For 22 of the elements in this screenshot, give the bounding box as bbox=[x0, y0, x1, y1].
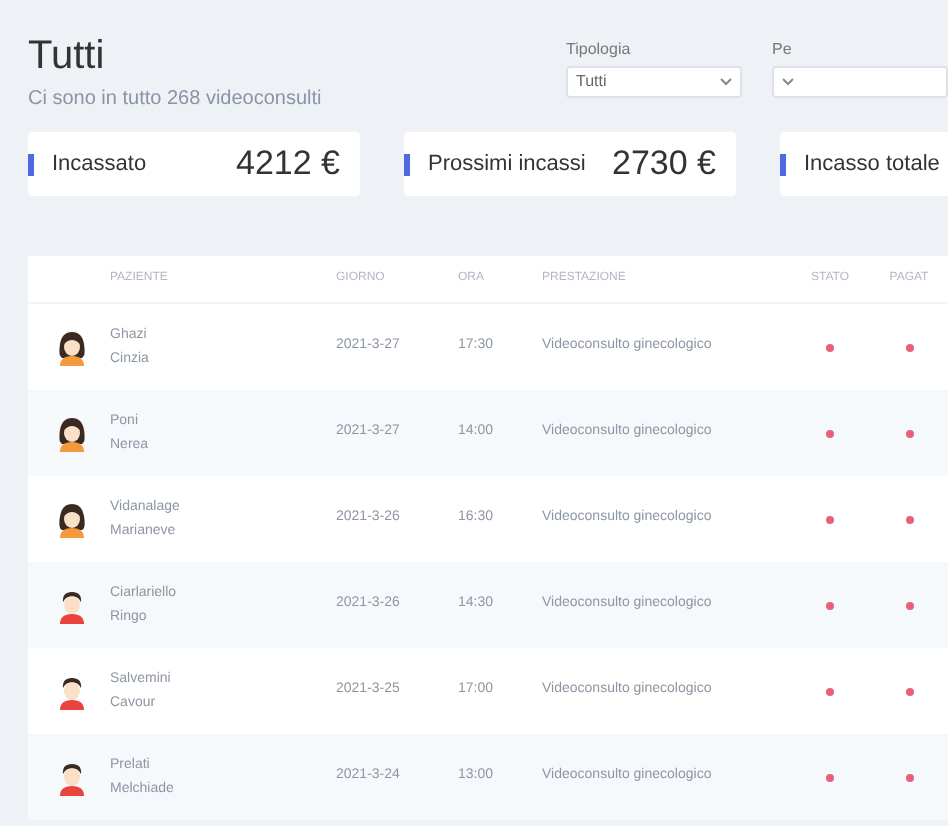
woman-avatar-icon bbox=[55, 415, 87, 451]
woman-avatar-icon bbox=[55, 501, 87, 537]
card-label: Incasso totale bbox=[804, 149, 942, 180]
card-label: Incassato bbox=[52, 149, 149, 180]
card-label: Prossimi incassi bbox=[428, 149, 588, 180]
select-field[interactable]: Tutti bbox=[566, 66, 742, 98]
man-avatar-icon bbox=[55, 759, 87, 795]
chevron-down-icon bbox=[720, 78, 732, 86]
accent-bar bbox=[780, 153, 786, 175]
man-avatar-icon bbox=[55, 673, 87, 709]
accent-bar bbox=[28, 153, 34, 175]
woman-avatar-icon bbox=[55, 329, 87, 365]
subtitle: Ci sono in tutto 268 videoconsulti bbox=[28, 86, 324, 114]
select-field[interactable] bbox=[772, 66, 948, 98]
filter-label: Tipologia bbox=[566, 40, 631, 60]
card-value: 2730 € bbox=[612, 142, 716, 187]
filter-label: Pe bbox=[772, 40, 792, 60]
man-avatar-icon bbox=[55, 587, 87, 623]
page-title: Tutti bbox=[28, 32, 107, 80]
accent-bar bbox=[404, 153, 410, 175]
card-value: 4212 € bbox=[236, 142, 340, 187]
chevron-down-icon bbox=[782, 78, 794, 86]
